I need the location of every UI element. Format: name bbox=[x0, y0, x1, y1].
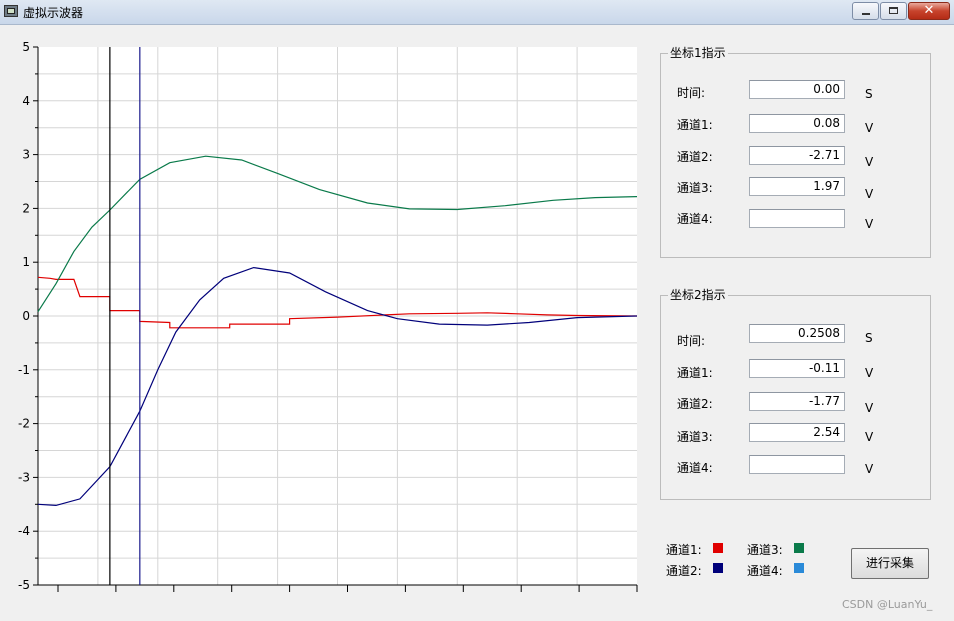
waveform-chart[interactable]: 5 4 3 2 1 0 -1 -2 -3 -4 -5 bbox=[0, 24, 645, 621]
start-collect-button[interactable]: 进行采集 bbox=[851, 548, 929, 579]
cursor1-ch4-unit: V bbox=[865, 217, 874, 231]
legend-ch3-swatch bbox=[794, 543, 804, 553]
y-tick-label: -3 bbox=[18, 470, 30, 484]
cursor1-ch1-label: 通道1: bbox=[677, 118, 713, 132]
maximize-button[interactable] bbox=[880, 2, 907, 20]
window-title: 虚拟示波器 bbox=[23, 6, 84, 20]
cursor1-ch2-label: 通道2: bbox=[677, 150, 713, 164]
y-tick-label: 2 bbox=[22, 201, 30, 215]
cursor2-panel-title: 坐标2指示 bbox=[668, 288, 728, 302]
cursor1-ch3-label: 通道3: bbox=[677, 181, 713, 195]
cursor1-time-label: 时间: bbox=[677, 86, 706, 100]
close-icon: ✕ bbox=[923, 3, 935, 18]
y-tick-label: 4 bbox=[22, 94, 30, 108]
oscilloscope-plot[interactable]: 5 4 3 2 1 0 -1 -2 -3 -4 -5 bbox=[0, 24, 645, 621]
cursor2-time-field[interactable]: 0.2508 bbox=[749, 324, 845, 343]
cursor1-panel-title: 坐标1指示 bbox=[668, 46, 728, 60]
y-tick-label: 5 bbox=[22, 40, 30, 54]
cursor2-ch2-unit: V bbox=[865, 401, 874, 415]
cursor1-ch1-unit: V bbox=[865, 121, 874, 135]
oscilloscope-app-icon bbox=[4, 5, 18, 17]
cursor2-panel: 坐标2指示 时间: 0.2508 S 通道1: -0.11 V 通道2: -1.… bbox=[660, 288, 931, 500]
y-tick-label: -4 bbox=[18, 524, 30, 538]
y-tick-label: 3 bbox=[22, 148, 30, 162]
legend-ch1-label: 通道1: bbox=[666, 543, 702, 557]
cursor1-ch4-field[interactable] bbox=[749, 209, 845, 228]
cursor2-time-label: 时间: bbox=[677, 334, 706, 348]
cursor2-ch1-unit: V bbox=[865, 366, 874, 380]
cursor2-time-unit: S bbox=[865, 331, 873, 345]
y-tick-label: -2 bbox=[18, 417, 30, 431]
y-tick-label: 0 bbox=[22, 309, 30, 323]
legend-ch1-swatch bbox=[713, 543, 723, 553]
cursor1-panel: 坐标1指示 时间: 0.00 S 通道1: 0.08 V 通道2: -2.71 … bbox=[660, 46, 931, 258]
y-tick-label: 1 bbox=[22, 255, 30, 269]
cursor1-ch2-unit: V bbox=[865, 155, 874, 169]
legend-ch4-swatch bbox=[794, 563, 804, 573]
cursor2-ch4-label: 通道4: bbox=[677, 461, 713, 475]
cursor1-time-field[interactable]: 0.00 bbox=[749, 80, 845, 99]
cursor2-ch2-field[interactable]: -1.77 bbox=[749, 392, 845, 411]
legend-ch4-label: 通道4: bbox=[747, 564, 783, 578]
cursor1-ch3-field[interactable]: 1.97 bbox=[749, 177, 845, 196]
cursor2-ch4-field[interactable] bbox=[749, 455, 845, 474]
cursor1-ch3-unit: V bbox=[865, 187, 874, 201]
cursor2-ch3-field[interactable]: 2.54 bbox=[749, 423, 845, 442]
cursor1-ch4-label: 通道4: bbox=[677, 212, 713, 226]
cursor1-ch1-field[interactable]: 0.08 bbox=[749, 114, 845, 133]
cursor2-ch1-field[interactable]: -0.11 bbox=[749, 359, 845, 378]
legend-ch3-label: 通道3: bbox=[747, 543, 783, 557]
title-bar: 虚拟示波器 ✕ bbox=[0, 0, 954, 25]
maximize-icon bbox=[889, 7, 898, 14]
cursor2-ch3-label: 通道3: bbox=[677, 430, 713, 444]
minimize-button[interactable] bbox=[852, 2, 879, 20]
legend-ch2-swatch bbox=[713, 563, 723, 573]
cursor2-ch3-unit: V bbox=[865, 430, 874, 444]
cursor2-ch1-label: 通道1: bbox=[677, 366, 713, 380]
cursor2-ch2-label: 通道2: bbox=[677, 397, 713, 411]
legend-ch2-label: 通道2: bbox=[666, 564, 702, 578]
cursor1-time-unit: S bbox=[865, 87, 873, 101]
close-button[interactable]: ✕ bbox=[908, 2, 950, 20]
minimize-icon bbox=[862, 13, 870, 15]
y-tick-label: -5 bbox=[18, 578, 30, 592]
watermark: CSDN @LuanYu_ bbox=[842, 598, 933, 611]
y-tick-label: -1 bbox=[18, 363, 30, 377]
cursor2-ch4-unit: V bbox=[865, 462, 874, 476]
cursor1-ch2-field[interactable]: -2.71 bbox=[749, 146, 845, 165]
